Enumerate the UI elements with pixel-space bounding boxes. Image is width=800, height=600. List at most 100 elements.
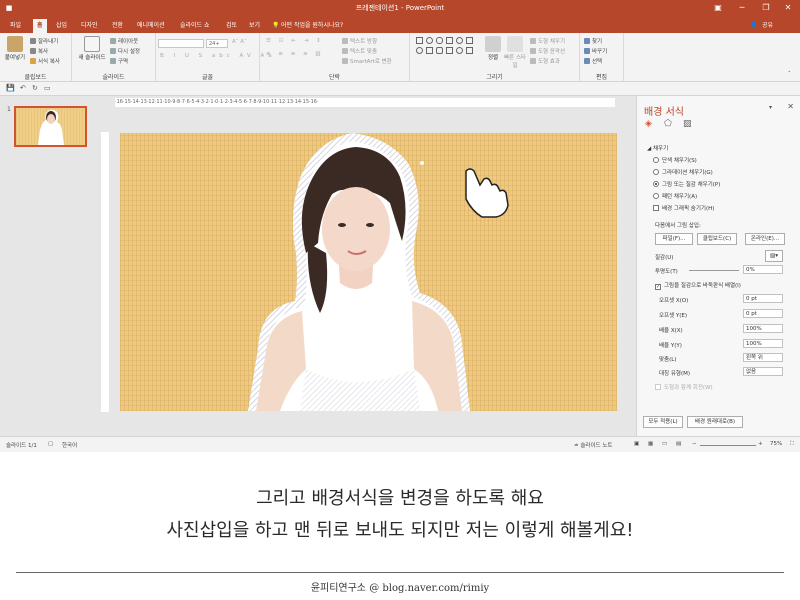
scale-x-field[interactable]: 100% <box>743 324 783 333</box>
tab-slideshow[interactable]: 슬라이드 쇼 <box>176 19 214 33</box>
quick-styles-button[interactable]: 빠른 스타일 <box>504 36 526 69</box>
shape-fill-button[interactable]: 도형 채우기 <box>530 37 565 45</box>
slideshow-view-icon[interactable]: ▤ <box>676 441 681 447</box>
notes-button[interactable]: ≐ 슬라이드 노트 <box>574 441 612 449</box>
align-text-button[interactable]: 텍스트 맞춤 <box>342 47 377 55</box>
radio-picture[interactable] <box>653 181 659 187</box>
font-size-box[interactable]: 24+ <box>206 39 228 48</box>
offset-x-field[interactable]: 0 pt <box>743 294 783 303</box>
cutout-photo[interactable] <box>120 133 617 411</box>
circle-shape-icon[interactable] <box>416 47 423 54</box>
scale-y-field[interactable]: 100% <box>743 339 783 348</box>
clipboard-button[interactable]: 클립보드(C) <box>697 233 737 245</box>
reset-button[interactable]: 다시 설정 <box>110 47 140 55</box>
rect-shape-icon[interactable] <box>446 37 453 44</box>
spell-check-icon[interactable]: ▢ <box>48 441 53 447</box>
font-style-buttons[interactable]: B I U S abc AV Aa <box>160 53 276 59</box>
find-button[interactable]: 찾기 <box>584 37 602 45</box>
online-button[interactable]: 온라인(E)... <box>745 233 785 245</box>
list-buttons[interactable]: ☰ ☷ ⇤ ⇥ ↕ <box>266 38 324 44</box>
alignment-dropdown[interactable]: 왼쪽 위 <box>743 353 783 362</box>
align-buttons[interactable]: ≡ ≡ ≡ ≡ ▥ <box>266 51 324 57</box>
shape-outline-button[interactable]: 도형 윤곽선 <box>530 47 565 55</box>
fill-tab-icon[interactable]: ◈ <box>645 119 656 130</box>
share-button[interactable]: 공유 <box>762 19 773 33</box>
close-icon[interactable]: ✕ <box>782 2 794 14</box>
radio-solid[interactable] <box>653 157 659 163</box>
normal-view-icon[interactable]: ▣ <box>634 441 639 447</box>
slide-canvas[interactable] <box>120 133 617 411</box>
rect-shape-icon[interactable] <box>446 47 453 54</box>
picture-fill-option[interactable]: 그림 또는 질감 채우기(P) <box>653 180 720 188</box>
transparency-slider[interactable] <box>689 270 739 271</box>
rect-shape-icon[interactable] <box>466 47 473 54</box>
language-indicator[interactable]: 한국어 <box>62 441 77 449</box>
smartart-button[interactable]: SmartArt로 변환 <box>342 57 392 65</box>
tab-animations[interactable]: 애니메이션 <box>133 19 169 33</box>
hide-graphics-checkbox[interactable]: 배경 그래픽 숨기기(H) <box>653 204 714 212</box>
font-name-box[interactable] <box>158 39 204 48</box>
reading-view-icon[interactable]: ▭ <box>662 441 667 447</box>
radio-gradient[interactable] <box>653 169 659 175</box>
file-button[interactable]: 파일(F)... <box>655 233 693 245</box>
rect-shape-icon[interactable] <box>466 37 473 44</box>
select-button[interactable]: 선택 <box>584 57 602 65</box>
start-slideshow-icon[interactable]: ▭ <box>44 84 51 92</box>
close-icon[interactable]: ✕ <box>787 102 794 111</box>
radio-pattern[interactable] <box>653 193 659 199</box>
offset-y-field[interactable]: 0 pt <box>743 309 783 318</box>
slide-sorter-icon[interactable]: ▦ <box>648 441 653 447</box>
zoom-slider[interactable] <box>700 445 756 446</box>
replace-button[interactable]: 바꾸기 <box>584 47 607 55</box>
text-direction-button[interactable]: 텍스트 방향 <box>342 37 377 45</box>
rounded-rect-icon[interactable] <box>436 37 443 44</box>
tab-review[interactable]: 검토 <box>222 19 241 33</box>
cut-button[interactable]: 잘라내기 <box>30 37 58 45</box>
transparency-field[interactable]: 0% <box>743 265 783 274</box>
tab-transitions[interactable]: 전환 <box>108 19 127 33</box>
apply-to-all-button[interactable]: 모두 적용(L) <box>643 416 683 428</box>
fit-slide-icon[interactable]: ⛶ <box>790 441 794 448</box>
solid-fill-option[interactable]: 단색 채우기(S) <box>653 156 697 164</box>
tab-insert[interactable]: 삽입 <box>52 19 71 33</box>
new-slide-button[interactable]: 새 슬라이드 <box>76 36 108 61</box>
ribbon-display-icon[interactable]: ▣ <box>712 2 724 14</box>
paste-button[interactable]: 붙여넣기 <box>3 36 27 61</box>
slide-thumbnail[interactable] <box>14 106 87 147</box>
oval-shape-icon[interactable] <box>456 37 463 44</box>
rect-shape-icon[interactable] <box>426 47 433 54</box>
font-grow-icon[interactable]: A˄ A˅ <box>232 39 247 45</box>
undo-icon[interactable]: ↶ <box>20 84 26 92</box>
fill-section-header[interactable]: ◢ 채우기 <box>647 144 668 152</box>
rect-shape-icon[interactable] <box>416 37 423 44</box>
arrange-button[interactable]: 정렬 <box>482 36 504 61</box>
tab-view[interactable]: 보기 <box>245 19 264 33</box>
restore-icon[interactable]: ❐ <box>760 2 772 14</box>
rotate-with-shape-checkbox[interactable]: 도형과 함께 회전(W) <box>655 383 713 391</box>
shape-effects-button[interactable]: 도형 효과 <box>530 57 560 65</box>
tab-file[interactable]: 파일 <box>6 19 25 33</box>
oval-shape-icon[interactable] <box>426 37 433 44</box>
save-icon[interactable]: 💾 <box>6 84 15 92</box>
zoom-level[interactable]: 75% <box>770 441 782 447</box>
pattern-fill-option[interactable]: 패턴 채우기(A) <box>653 192 697 200</box>
oval-shape-icon[interactable] <box>456 47 463 54</box>
picture-tab-icon[interactable]: ▨ <box>683 119 694 130</box>
layout-button[interactable]: 레이아웃 <box>110 37 138 45</box>
tab-home[interactable]: 홈 <box>33 19 47 33</box>
mirror-dropdown[interactable]: 없음 <box>743 367 783 376</box>
effects-tab-icon[interactable]: ⬠ <box>664 119 675 130</box>
zoom-in-icon[interactable]: + <box>758 441 763 447</box>
section-button[interactable]: 구역 <box>110 57 128 65</box>
tell-me-input[interactable]: 어떤 작업을 원하시나요? <box>281 19 343 33</box>
zoom-out-icon[interactable]: − <box>692 441 697 447</box>
rounded-rect-icon[interactable] <box>436 47 443 54</box>
minimize-icon[interactable]: ─ <box>736 2 748 14</box>
reset-background-button[interactable]: 배경 원래대로(B) <box>687 416 743 428</box>
pane-options-icon[interactable]: ▾ <box>769 104 772 111</box>
format-painter-button[interactable]: 서식 복사 <box>30 57 60 65</box>
texture-picker[interactable]: ▨▾ <box>765 250 783 262</box>
redo-icon[interactable]: ↻ <box>32 84 38 92</box>
gradient-fill-option[interactable]: 그라데이션 채우기(G) <box>653 168 713 176</box>
copy-button[interactable]: 복사 <box>30 47 48 55</box>
